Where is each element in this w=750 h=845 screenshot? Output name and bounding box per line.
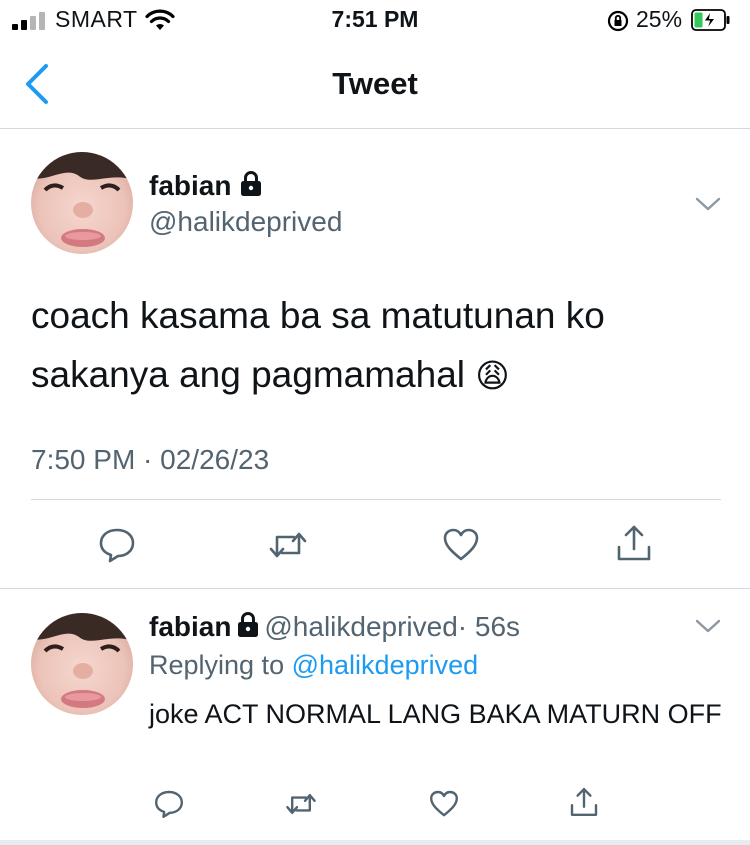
replying-to: Replying to @halikdeprived <box>149 650 478 681</box>
replying-to-label: Replying to <box>149 650 285 680</box>
reply-icon[interactable] <box>97 525 137 565</box>
divider <box>31 499 721 500</box>
rotation-lock-icon <box>607 10 629 32</box>
retweet-icon[interactable] <box>268 525 308 565</box>
battery-charging-icon <box>691 9 730 31</box>
reply-text: joke ACT NORMAL LANG BAKA MATURN OFF <box>149 699 722 729</box>
weary-face-emoji: 😩 <box>475 357 510 394</box>
battery-percent: 25% <box>636 6 683 32</box>
tweet-author-name[interactable]: fabian <box>149 170 263 202</box>
avatar[interactable] <box>31 152 133 254</box>
protected-lock-icon <box>241 171 262 196</box>
tweet-timestamp[interactable]: 7:50 PM · 02/26/23 <box>31 444 269 476</box>
replying-to-link[interactable]: @halikdeprived <box>292 650 479 680</box>
protected-lock-icon <box>237 612 258 637</box>
reply-author-handle[interactable]: @halikdeprived <box>264 611 457 642</box>
share-icon[interactable] <box>568 786 600 818</box>
chevron-down-icon[interactable] <box>695 196 721 212</box>
divider <box>0 840 750 845</box>
divider <box>0 588 750 589</box>
chevron-down-icon[interactable] <box>695 618 721 634</box>
display-name[interactable]: fabian <box>149 611 231 642</box>
display-name[interactable]: fabian <box>149 170 231 201</box>
like-icon[interactable] <box>428 788 460 820</box>
retweet-icon[interactable] <box>285 788 317 820</box>
reply-author-row: fabian @halikdeprived· 56s <box>149 611 520 643</box>
avatar[interactable] <box>31 613 133 715</box>
status-bar: SMART 7:51 PM 25% <box>0 0 750 40</box>
like-icon[interactable] <box>441 525 481 565</box>
tweet-text: coach kasama ba sa matutunan ko sakanya … <box>31 286 721 405</box>
share-icon[interactable] <box>614 523 654 563</box>
reply-icon[interactable] <box>153 788 185 820</box>
page-title: Tweet <box>332 66 418 101</box>
tweet-text-line: coach kasama ba sa matutunan ko <box>31 295 605 336</box>
reply-age: · 56s <box>457 611 521 642</box>
tweet-text-line: sakanya ang pagmamahal <box>31 354 466 395</box>
tweet-author-handle[interactable]: @halikdeprived <box>149 206 342 238</box>
nav-header: Tweet <box>0 40 750 129</box>
